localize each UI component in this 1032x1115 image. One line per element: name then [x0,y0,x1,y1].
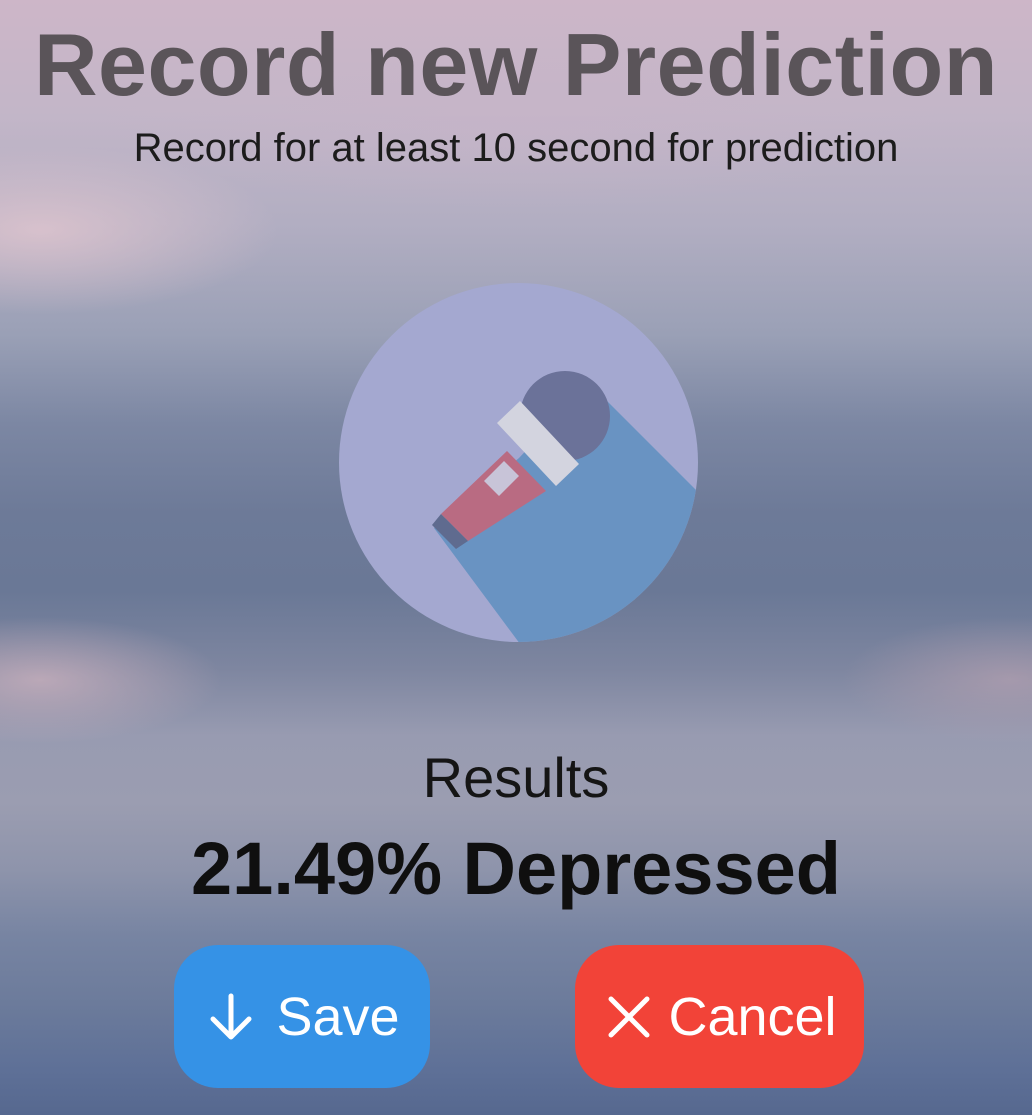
cancel-button-label: Cancel [668,986,837,1047]
record-button[interactable] [339,283,698,642]
save-button[interactable]: Save [174,945,430,1088]
cancel-button[interactable]: Cancel [575,945,864,1088]
results-label: Results [422,746,610,809]
microphone-icon [339,283,698,642]
page-title: Record new Prediction [33,15,999,114]
close-icon [602,990,656,1044]
save-button-label: Save [276,986,400,1047]
results-value: 21.49% Depressed [191,827,841,910]
page-subtitle: Record for at least 10 second for predic… [133,126,899,170]
arrow-down-icon [204,990,258,1044]
